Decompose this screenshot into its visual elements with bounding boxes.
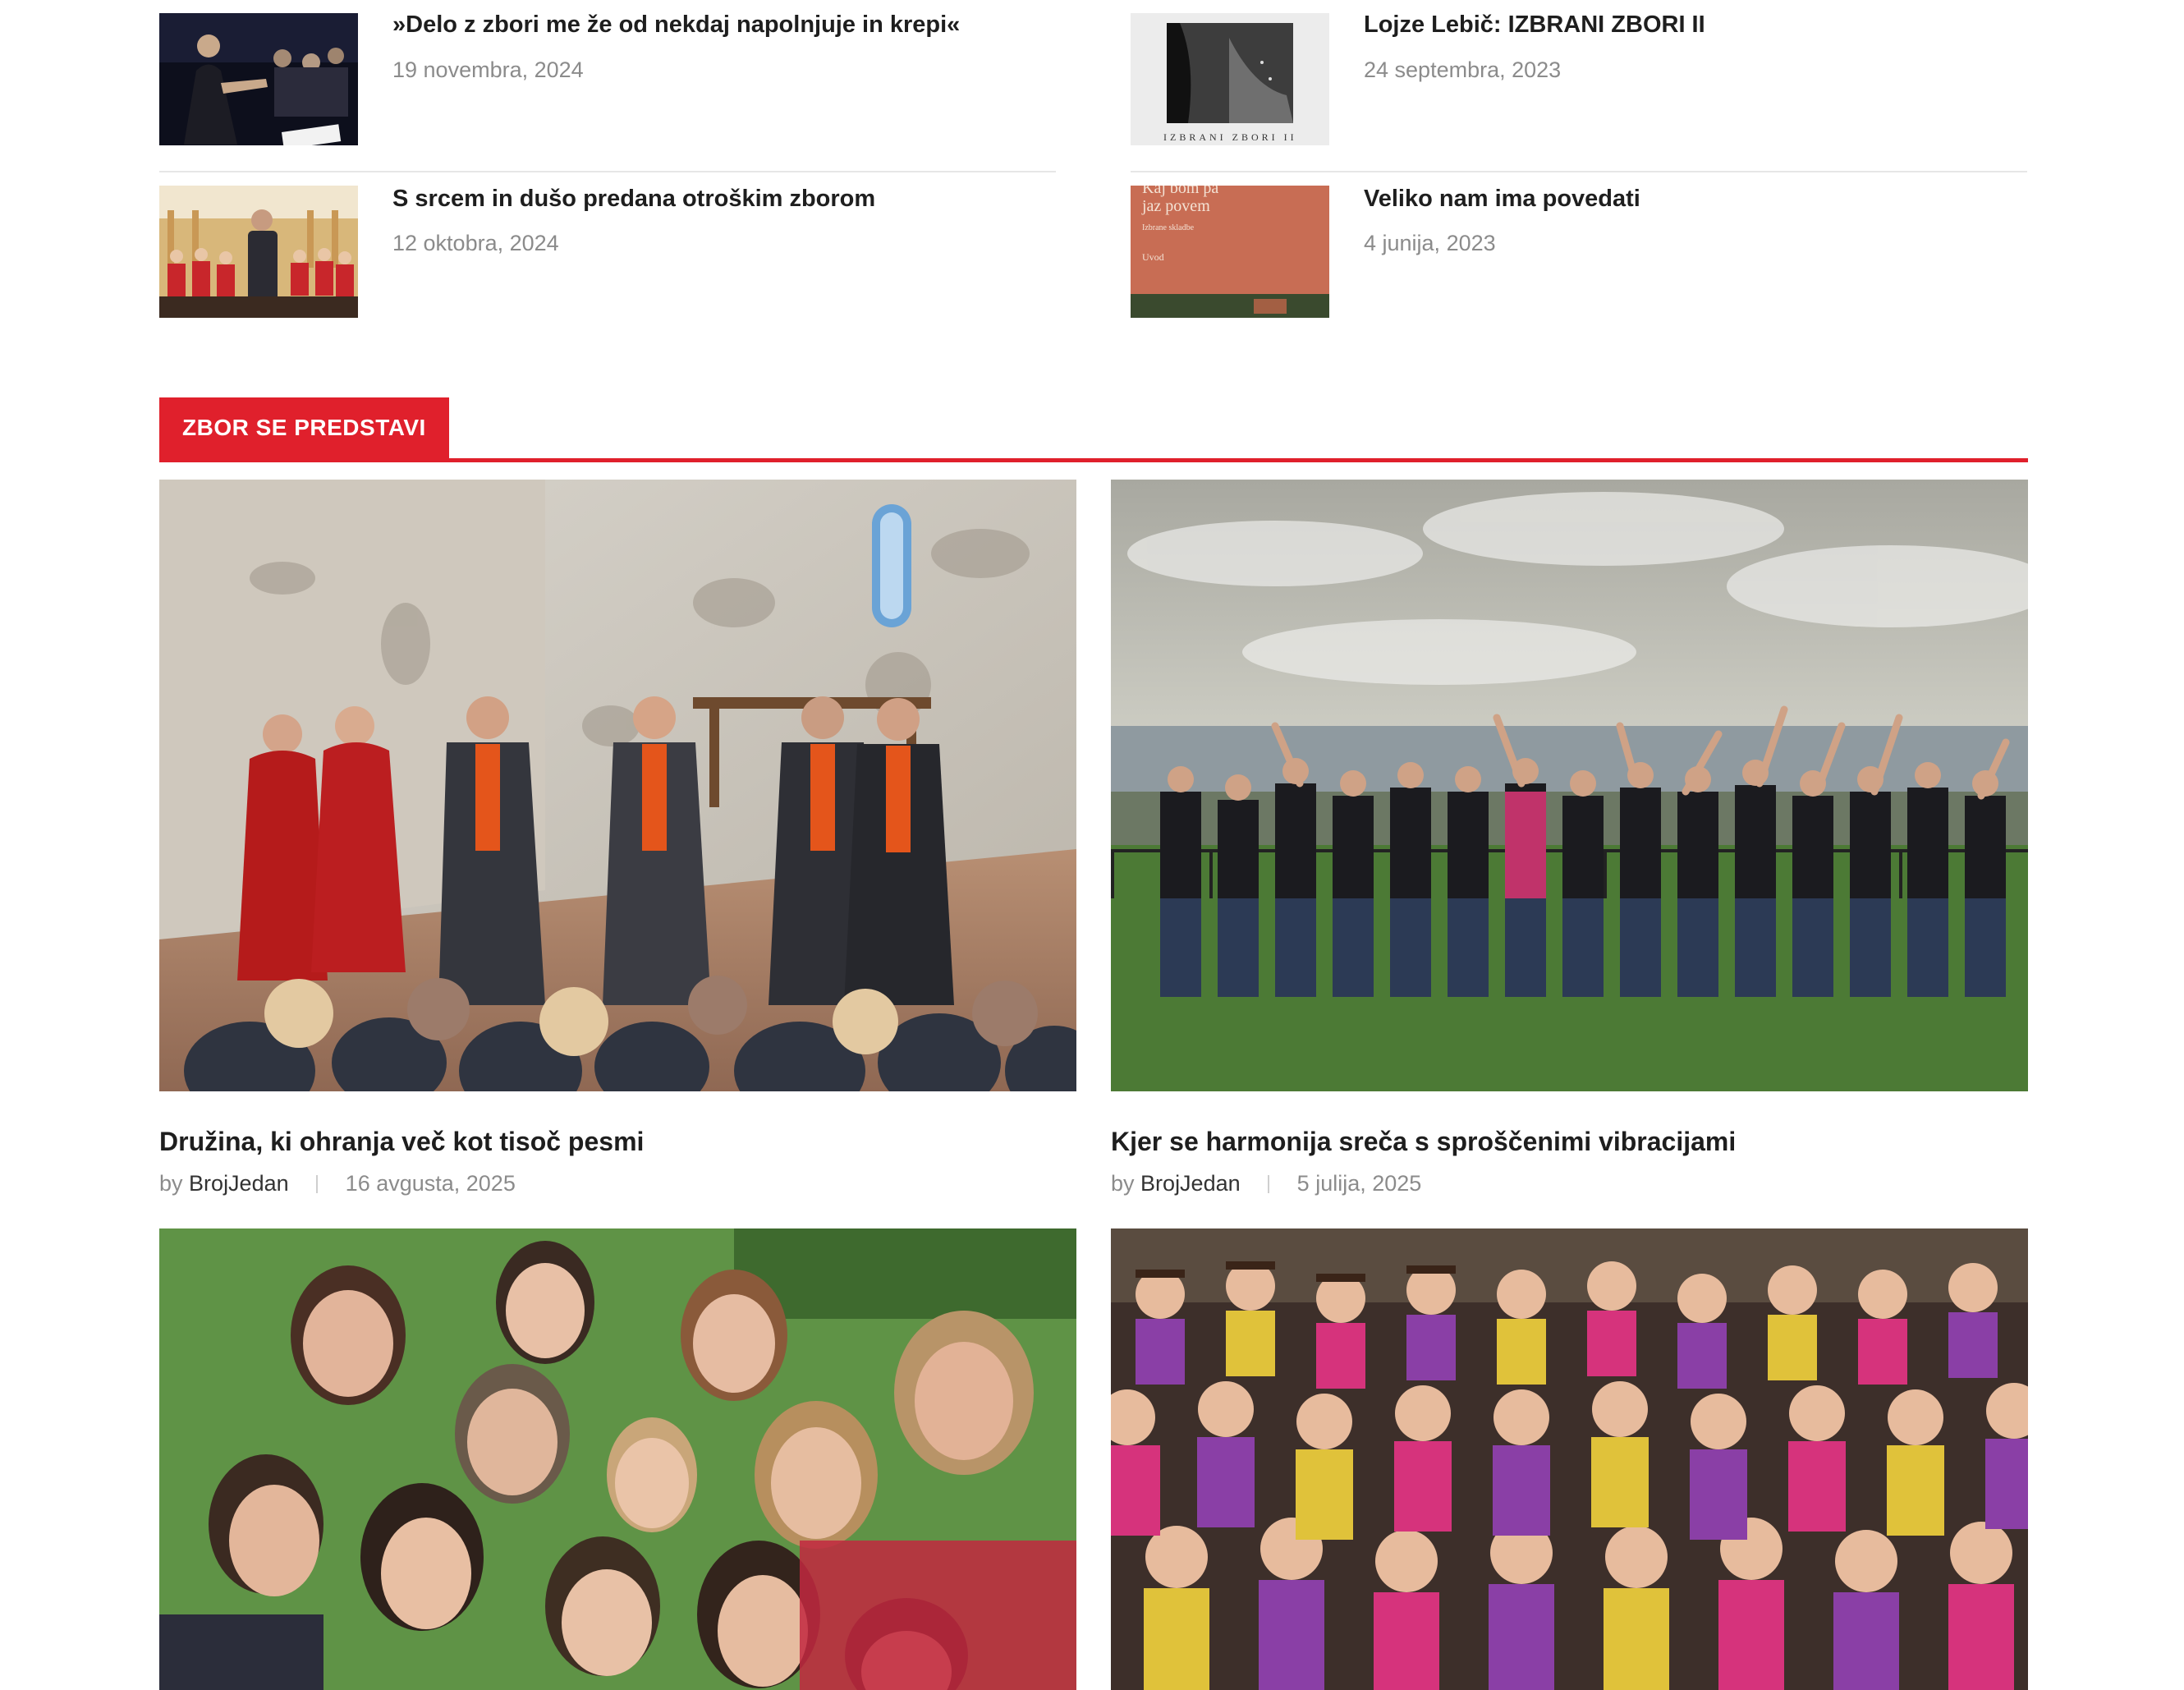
post-thumbnail-book-cover[interactable]: [1131, 13, 1329, 145]
author-link[interactable]: BrojJedan: [189, 1171, 289, 1196]
article-meta: by BrojJedan 5 julija, 2025: [1111, 1171, 1421, 1196]
recent-post[interactable]: S srcem in dušo predana otroškim zborom …: [159, 186, 1056, 370]
post-title[interactable]: S srcem in dušo predana otroškim zborom: [392, 186, 875, 213]
post-title[interactable]: Veliko nam ima povedati: [1364, 186, 1640, 213]
book-cover-caption: IZBRANI ZBORI II: [1163, 131, 1297, 143]
meta-divider: [316, 1175, 319, 1193]
article-image-choir-outdoor[interactable]: [1111, 480, 2028, 1091]
post-thumbnail-children-choir[interactable]: [159, 186, 358, 318]
section-title[interactable]: ZBOR SE PREDSTAVI: [159, 397, 449, 458]
recent-post[interactable]: Kaj bom pa jaz povem Izbrane skladbe Uvo…: [1131, 186, 2027, 370]
post-date: 12 oktobra, 2024: [392, 231, 559, 255]
recent-post[interactable]: Lojze Lebič: IZBRANI ZBORI II 24 septemb…: [1131, 0, 2027, 172]
article-image-girls-choir[interactable]: [1111, 1228, 2028, 1690]
meta-divider: [1268, 1175, 1270, 1193]
article-date: 5 julija, 2025: [1296, 1171, 1422, 1196]
article-image-women-group[interactable]: [159, 1228, 1076, 1690]
book-cover-intro: Uvod: [1142, 251, 1164, 263]
post-date: 19 novembra, 2024: [392, 57, 584, 82]
article-date: 16 avgusta, 2025: [345, 1171, 516, 1196]
recent-post[interactable]: »Delo z zbori me že od nekdaj napolnjuje…: [159, 0, 1056, 172]
post-title[interactable]: Lojze Lebič: IZBRANI ZBORI II: [1364, 11, 1705, 39]
article-card[interactable]: Družina, ki ohranja več kot tisoč pesmi …: [159, 480, 1076, 1196]
article-card[interactable]: Kjer se harmonija sreča s sproščenimi vi…: [1111, 480, 2028, 1196]
book-cover-title-line-2: jaz povem: [1142, 197, 1210, 215]
post-thumbnail-book-cover[interactable]: Kaj bom pa jaz povem Izbrane skladbe Uvo…: [1131, 186, 1329, 318]
recent-posts: »Delo z zbori me že od nekdaj napolnjuje…: [159, 0, 2028, 345]
by-label: by: [159, 1171, 183, 1196]
book-cover-title-line-1: Kaj bom pa: [1142, 186, 1219, 197]
by-label: by: [1111, 1171, 1135, 1196]
article-title[interactable]: Družina, ki ohranja več kot tisoč pesmi: [159, 1127, 644, 1157]
article-image-male-quartet[interactable]: [159, 480, 1076, 1091]
author-link[interactable]: BrojJedan: [1140, 1171, 1241, 1196]
post-thumbnail-conductor[interactable]: [159, 13, 358, 145]
post-title[interactable]: »Delo z zbori me že od nekdaj napolnjuje…: [392, 11, 960, 39]
article-meta: by BrojJedan 16 avgusta, 2025: [159, 1171, 516, 1196]
post-date: 4 junija, 2023: [1364, 231, 1496, 255]
section-header: ZBOR SE PREDSTAVI: [159, 397, 2028, 462]
recent-posts-left-column: »Delo z zbori me že od nekdaj napolnjuje…: [159, 0, 1056, 370]
recent-posts-right-column: Lojze Lebič: IZBRANI ZBORI II 24 septemb…: [1131, 0, 2027, 370]
post-date: 24 septembra, 2023: [1364, 57, 1562, 82]
article-title[interactable]: Kjer se harmonija sreča s sproščenimi vi…: [1111, 1127, 1736, 1157]
book-cover-subtitle: Izbrane skladbe: [1142, 223, 1195, 232]
